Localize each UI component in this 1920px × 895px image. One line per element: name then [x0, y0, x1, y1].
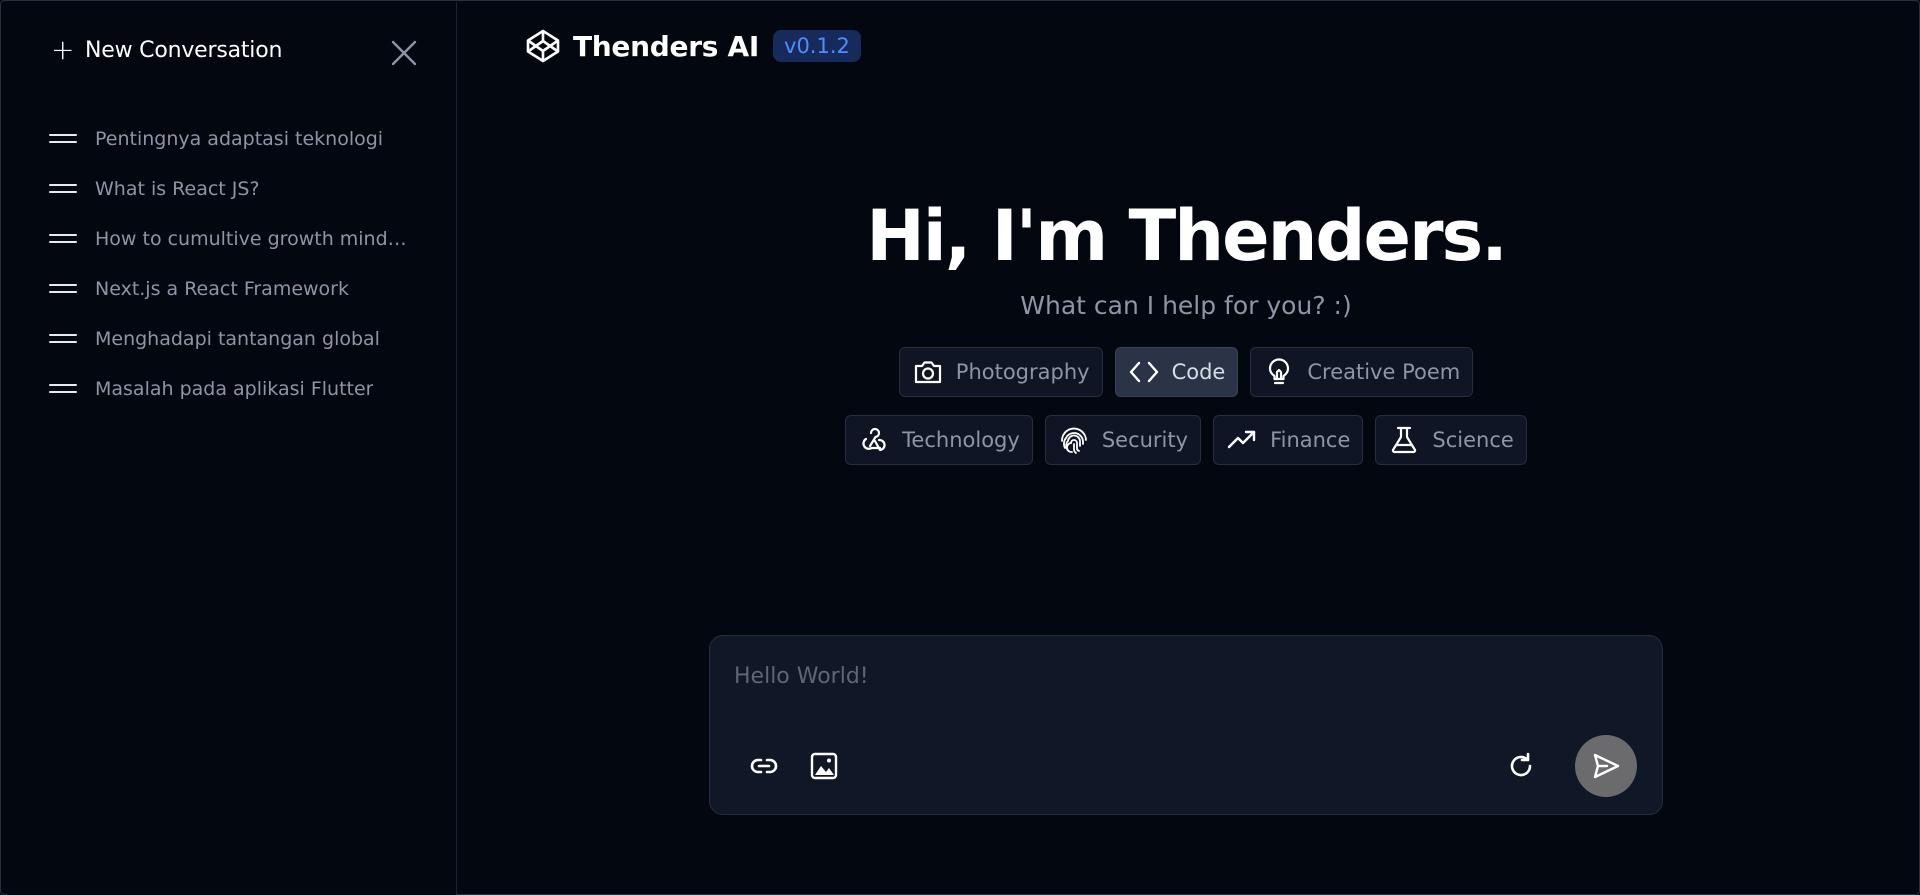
- topic-chip-label: Security: [1101, 428, 1189, 452]
- code-icon: [1129, 361, 1158, 383]
- close-icon: [391, 40, 417, 66]
- app-name: Thenders AI: [573, 29, 760, 63]
- plus-icon: +: [51, 33, 75, 66]
- refresh-button[interactable]: [1503, 748, 1539, 784]
- webhook-icon: [862, 427, 886, 452]
- message-composer: [709, 635, 1663, 815]
- version-badge: v0.1.2: [773, 30, 861, 62]
- menu-lines-icon: [49, 332, 77, 346]
- menu-lines-icon: [49, 132, 77, 146]
- message-input[interactable]: [734, 658, 1634, 694]
- send-icon: [1593, 753, 1620, 779]
- topic-chips-row-2: Technology Security Finance Science: [1, 415, 1920, 465]
- flask-icon: [1392, 426, 1417, 454]
- refresh-icon: [1510, 752, 1532, 777]
- topic-chip-finance[interactable]: Finance: [1213, 415, 1364, 465]
- topic-chip-label: Code: [1171, 360, 1226, 384]
- topic-chip-technology[interactable]: Technology: [845, 415, 1033, 465]
- brand-header: Thenders AI v0.1.2: [525, 28, 861, 64]
- topic-chip-security[interactable]: Security: [1044, 415, 1202, 465]
- topic-chip-photography[interactable]: Photography: [898, 347, 1103, 397]
- codepen-logo-icon: [526, 29, 560, 63]
- topic-chip-label: Technology: [902, 428, 1020, 452]
- trending-up-icon: [1227, 430, 1256, 449]
- topic-chip-label: Photography: [955, 360, 1090, 384]
- app-window: + New Conversation Pentingnya adaptasi t…: [0, 0, 1920, 895]
- lightbulb-icon: [1269, 358, 1290, 385]
- greeting-title: Hi, I'm Thenders.: [866, 195, 1508, 277]
- topic-chip-science[interactable]: Science: [1375, 415, 1527, 465]
- history-item-title: Pentingnya adaptasi teknologi: [95, 128, 384, 150]
- fingerprint-icon: [1060, 427, 1087, 454]
- topic-chips-row-1: Photography Code Creative Poem: [1, 347, 1920, 397]
- close-sidebar-button[interactable]: [389, 38, 419, 68]
- topic-chip-code[interactable]: Code: [1114, 347, 1239, 397]
- link-icon: [750, 758, 778, 774]
- send-button[interactable]: [1575, 735, 1637, 797]
- image-icon: [810, 752, 838, 780]
- menu-lines-icon: [49, 182, 77, 196]
- attach-link-button[interactable]: [746, 748, 782, 784]
- greeting-subtitle: What can I help for you? :): [1020, 291, 1352, 320]
- new-conversation-button[interactable]: + New Conversation: [51, 36, 282, 64]
- attach-image-button[interactable]: [806, 748, 842, 784]
- history-item[interactable]: Pentingnya adaptasi teknologi: [49, 114, 429, 164]
- new-conversation-label: New Conversation: [85, 37, 283, 63]
- camera-icon: [914, 361, 941, 384]
- topic-chip-label: Creative Poem: [1307, 360, 1461, 384]
- topic-chip-label: Science: [1432, 428, 1514, 452]
- topic-chip-creative-poem[interactable]: Creative Poem: [1250, 347, 1474, 397]
- topic-chip-label: Finance: [1270, 428, 1351, 452]
